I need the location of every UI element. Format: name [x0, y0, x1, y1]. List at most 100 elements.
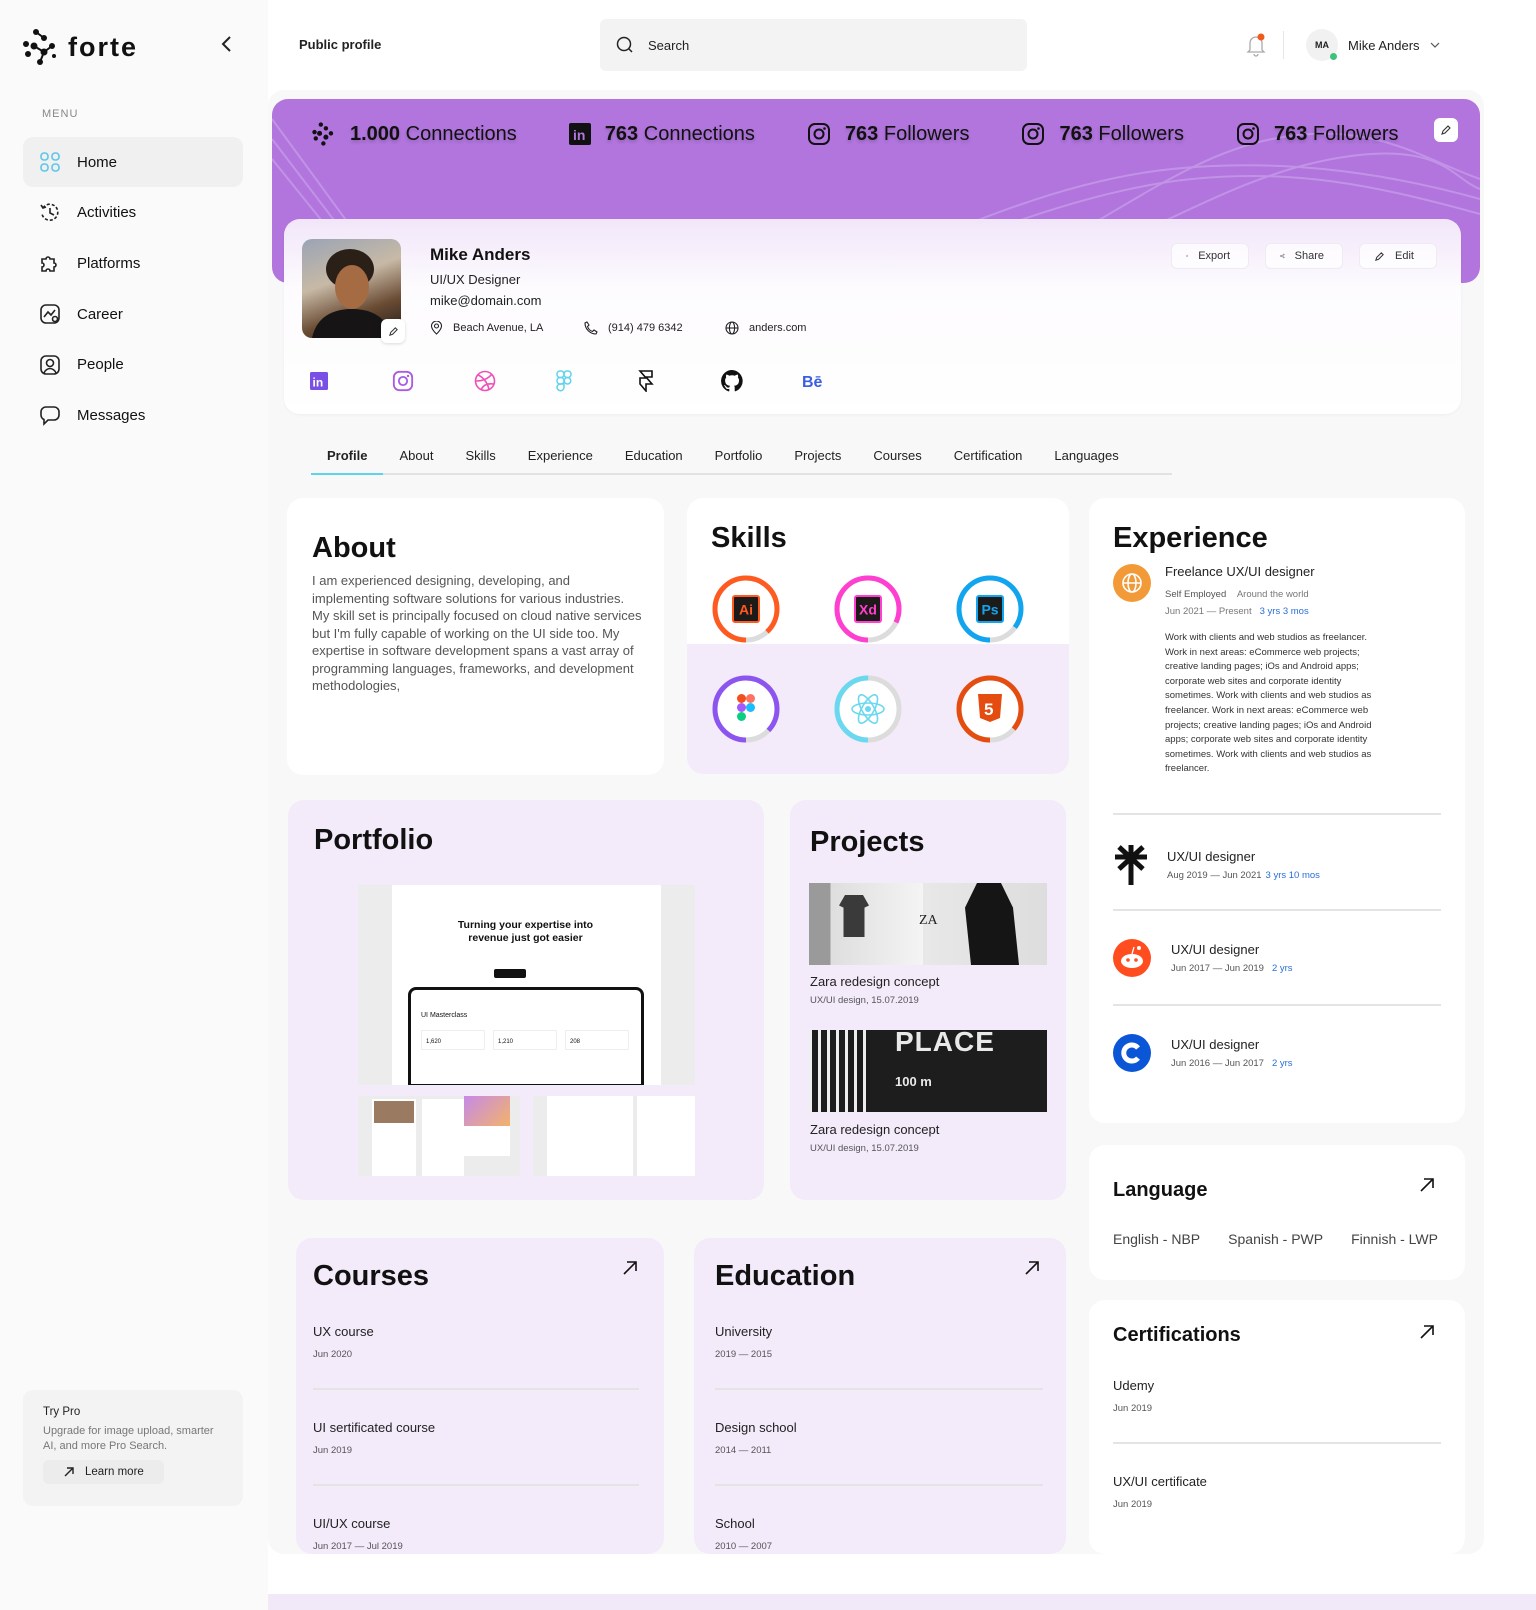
duration-text: 2 yrs	[1271, 963, 1293, 974]
tab-education[interactable]: Education	[609, 440, 699, 473]
tab-certification[interactable]: Certification	[938, 440, 1039, 473]
stat-instagram-followers[interactable]: 763 Followers	[1021, 122, 1184, 146]
search-input[interactable]	[648, 37, 988, 53]
open-education-button[interactable]	[1024, 1260, 1040, 1281]
tab-portfolio[interactable]: Portfolio	[699, 440, 779, 473]
search-bar[interactable]	[600, 19, 1027, 71]
portfolio-main-preview[interactable]: Turning your expertise into revenue just…	[358, 885, 695, 1085]
project-item[interactable]: Zara redesign concept UX/UI design, 15.0…	[810, 1122, 939, 1154]
education-item[interactable]: Design school 2014 — 2011	[715, 1420, 797, 1456]
stat-instagram-followers[interactable]: 763 Followers	[807, 122, 970, 146]
experience-item[interactable]: UX/UI designer Jun 2016 — Jun 2017 2 yrs	[1113, 1034, 1441, 1072]
globe-icon	[725, 321, 739, 335]
dribbble-link[interactable]	[474, 369, 556, 393]
project-image[interactable]: ZA	[809, 883, 1047, 965]
stat-instagram-followers[interactable]: 763 Followers	[1236, 122, 1398, 146]
open-courses-button[interactable]	[622, 1260, 638, 1281]
course-item[interactable]: UI sertificated course Jun 2019	[313, 1420, 435, 1456]
courses-card: Courses UX course Jun 2020 UI sertificate…	[296, 1238, 664, 1554]
preview-dashboard-title: UI Masterclass	[421, 1012, 468, 1019]
skill-react[interactable]	[833, 674, 903, 744]
education-item[interactable]: School 2010 — 2007	[715, 1516, 772, 1552]
sidebar-nav: Home Activities Platforms Career People …	[23, 137, 243, 441]
divider	[1113, 813, 1441, 815]
profile-email[interactable]: mike@domain.com	[430, 293, 541, 308]
instagram-icon	[807, 123, 830, 145]
bell-icon	[1246, 33, 1266, 57]
sidebar-item-people[interactable]: People	[23, 340, 243, 390]
project-image[interactable]: PLACE 100 m	[809, 1030, 1047, 1112]
certification-item[interactable]: Udemy Jun 2019	[1113, 1378, 1154, 1414]
tab-about[interactable]: About	[383, 440, 449, 473]
edit-banner-button[interactable]	[1434, 118, 1458, 142]
project-name: Zara redesign concept	[810, 974, 940, 989]
tab-languages[interactable]: Languages	[1038, 440, 1134, 473]
education-item[interactable]: University 2019 — 2015	[715, 1324, 772, 1360]
github-link[interactable]	[720, 369, 802, 393]
collapse-sidebar-button[interactable]	[220, 34, 234, 60]
skill-illustrator[interactable]: Ai	[711, 574, 781, 644]
github-icon	[721, 370, 743, 392]
experience-item[interactable]: UX/UI designer Aug 2019 — Jun 2021 3 yrs …	[1113, 843, 1441, 887]
sidebar: forte MENU Home Activities Platforms Car…	[0, 0, 268, 1610]
sidebar-item-label: Career	[77, 305, 123, 323]
logo[interactable]: forte	[22, 28, 138, 66]
sidebar-item-messages[interactable]: Messages	[23, 390, 243, 440]
tab-courses[interactable]: Courses	[857, 440, 937, 473]
behance-link[interactable]: Bē	[802, 369, 884, 393]
course-item[interactable]: UI/UX course Jun 2017 — Jul 2019	[313, 1516, 403, 1552]
projects-card: Projects ZA Zara redesign concept UX/UI …	[790, 800, 1066, 1200]
linkedin-link[interactable]: in	[310, 369, 392, 393]
portfolio-thumbnail[interactable]	[533, 1096, 695, 1176]
stat-label: Followers	[883, 122, 970, 145]
figma-link[interactable]	[556, 369, 638, 393]
tab-projects[interactable]: Projects	[778, 440, 857, 473]
history-icon	[40, 203, 59, 221]
stat-linkedin-connections[interactable]: in 763 Connections	[568, 122, 755, 146]
skill-html5[interactable]: 5	[955, 674, 1025, 744]
learn-more-button[interactable]: Learn more	[43, 1460, 164, 1484]
chevron-left-icon	[221, 36, 231, 52]
experience-item[interactable]: Freelance UX/UI designer Self Employed A…	[1113, 564, 1441, 777]
experience-dates: Jun 2021 — Present 3 yrs 3 mos	[1165, 606, 1380, 617]
certification-item[interactable]: UX/UI certificate Jun 2019	[1113, 1474, 1207, 1510]
profile-phone[interactable]: (914) 479 6342	[584, 321, 683, 335]
skill-figma[interactable]	[711, 674, 781, 744]
edit-photo-button[interactable]	[381, 319, 405, 343]
skill-ring: 5	[956, 675, 1024, 743]
experience-item[interactable]: UX/UI designer Jun 2017 — Jun 2019 2 yrs	[1113, 939, 1441, 977]
course-name: UI/UX course	[313, 1516, 391, 1531]
tab-experience[interactable]: Experience	[512, 440, 609, 473]
avatar: MA	[1306, 29, 1338, 61]
portfolio-thumbnail[interactable]	[358, 1096, 520, 1176]
sidebar-item-career[interactable]: Career	[23, 289, 243, 339]
framer-link[interactable]	[638, 369, 720, 393]
share-button[interactable]: Share	[1265, 243, 1343, 269]
edit-profile-button[interactable]: Edit	[1359, 243, 1437, 269]
user-menu[interactable]: MA Mike Anders	[1306, 29, 1440, 61]
project-item[interactable]: Zara redesign concept UX/UI design, 15.0…	[810, 974, 939, 1006]
stat-forte-connections[interactable]: 1.000 Connections	[312, 122, 517, 146]
notifications-button[interactable]	[1245, 33, 1267, 62]
instagram-link[interactable]	[392, 369, 474, 393]
sidebar-item-activities[interactable]: Activities	[23, 188, 243, 238]
tab-profile[interactable]: Profile	[311, 440, 384, 475]
sidebar-item-home[interactable]: Home	[23, 137, 243, 187]
course-date: Jun 2020	[313, 1349, 353, 1360]
figma-icon	[556, 370, 572, 392]
export-button[interactable]: Export	[1171, 243, 1249, 269]
open-language-button[interactable]	[1419, 1177, 1435, 1198]
stat-value: 763	[604, 122, 639, 145]
open-certifications-button[interactable]	[1419, 1324, 1435, 1345]
sidebar-item-platforms[interactable]: Platforms	[23, 238, 243, 288]
preview-dashboard: UI Masterclass 1,620 1,210 208	[408, 987, 644, 1085]
skill-adobe-xd[interactable]: Xd	[833, 574, 903, 644]
framer-icon	[638, 370, 654, 392]
preview-headline: Turning your expertise into revenue just…	[457, 919, 594, 944]
try-pro-title: Try Pro	[43, 1406, 81, 1418]
chevron-down-icon	[1430, 42, 1439, 48]
tab-skills[interactable]: Skills	[449, 440, 511, 473]
profile-website[interactable]: anders.com	[725, 321, 806, 335]
course-item[interactable]: UX course Jun 2020	[313, 1324, 374, 1360]
skill-photoshop[interactable]: Ps	[955, 574, 1025, 644]
